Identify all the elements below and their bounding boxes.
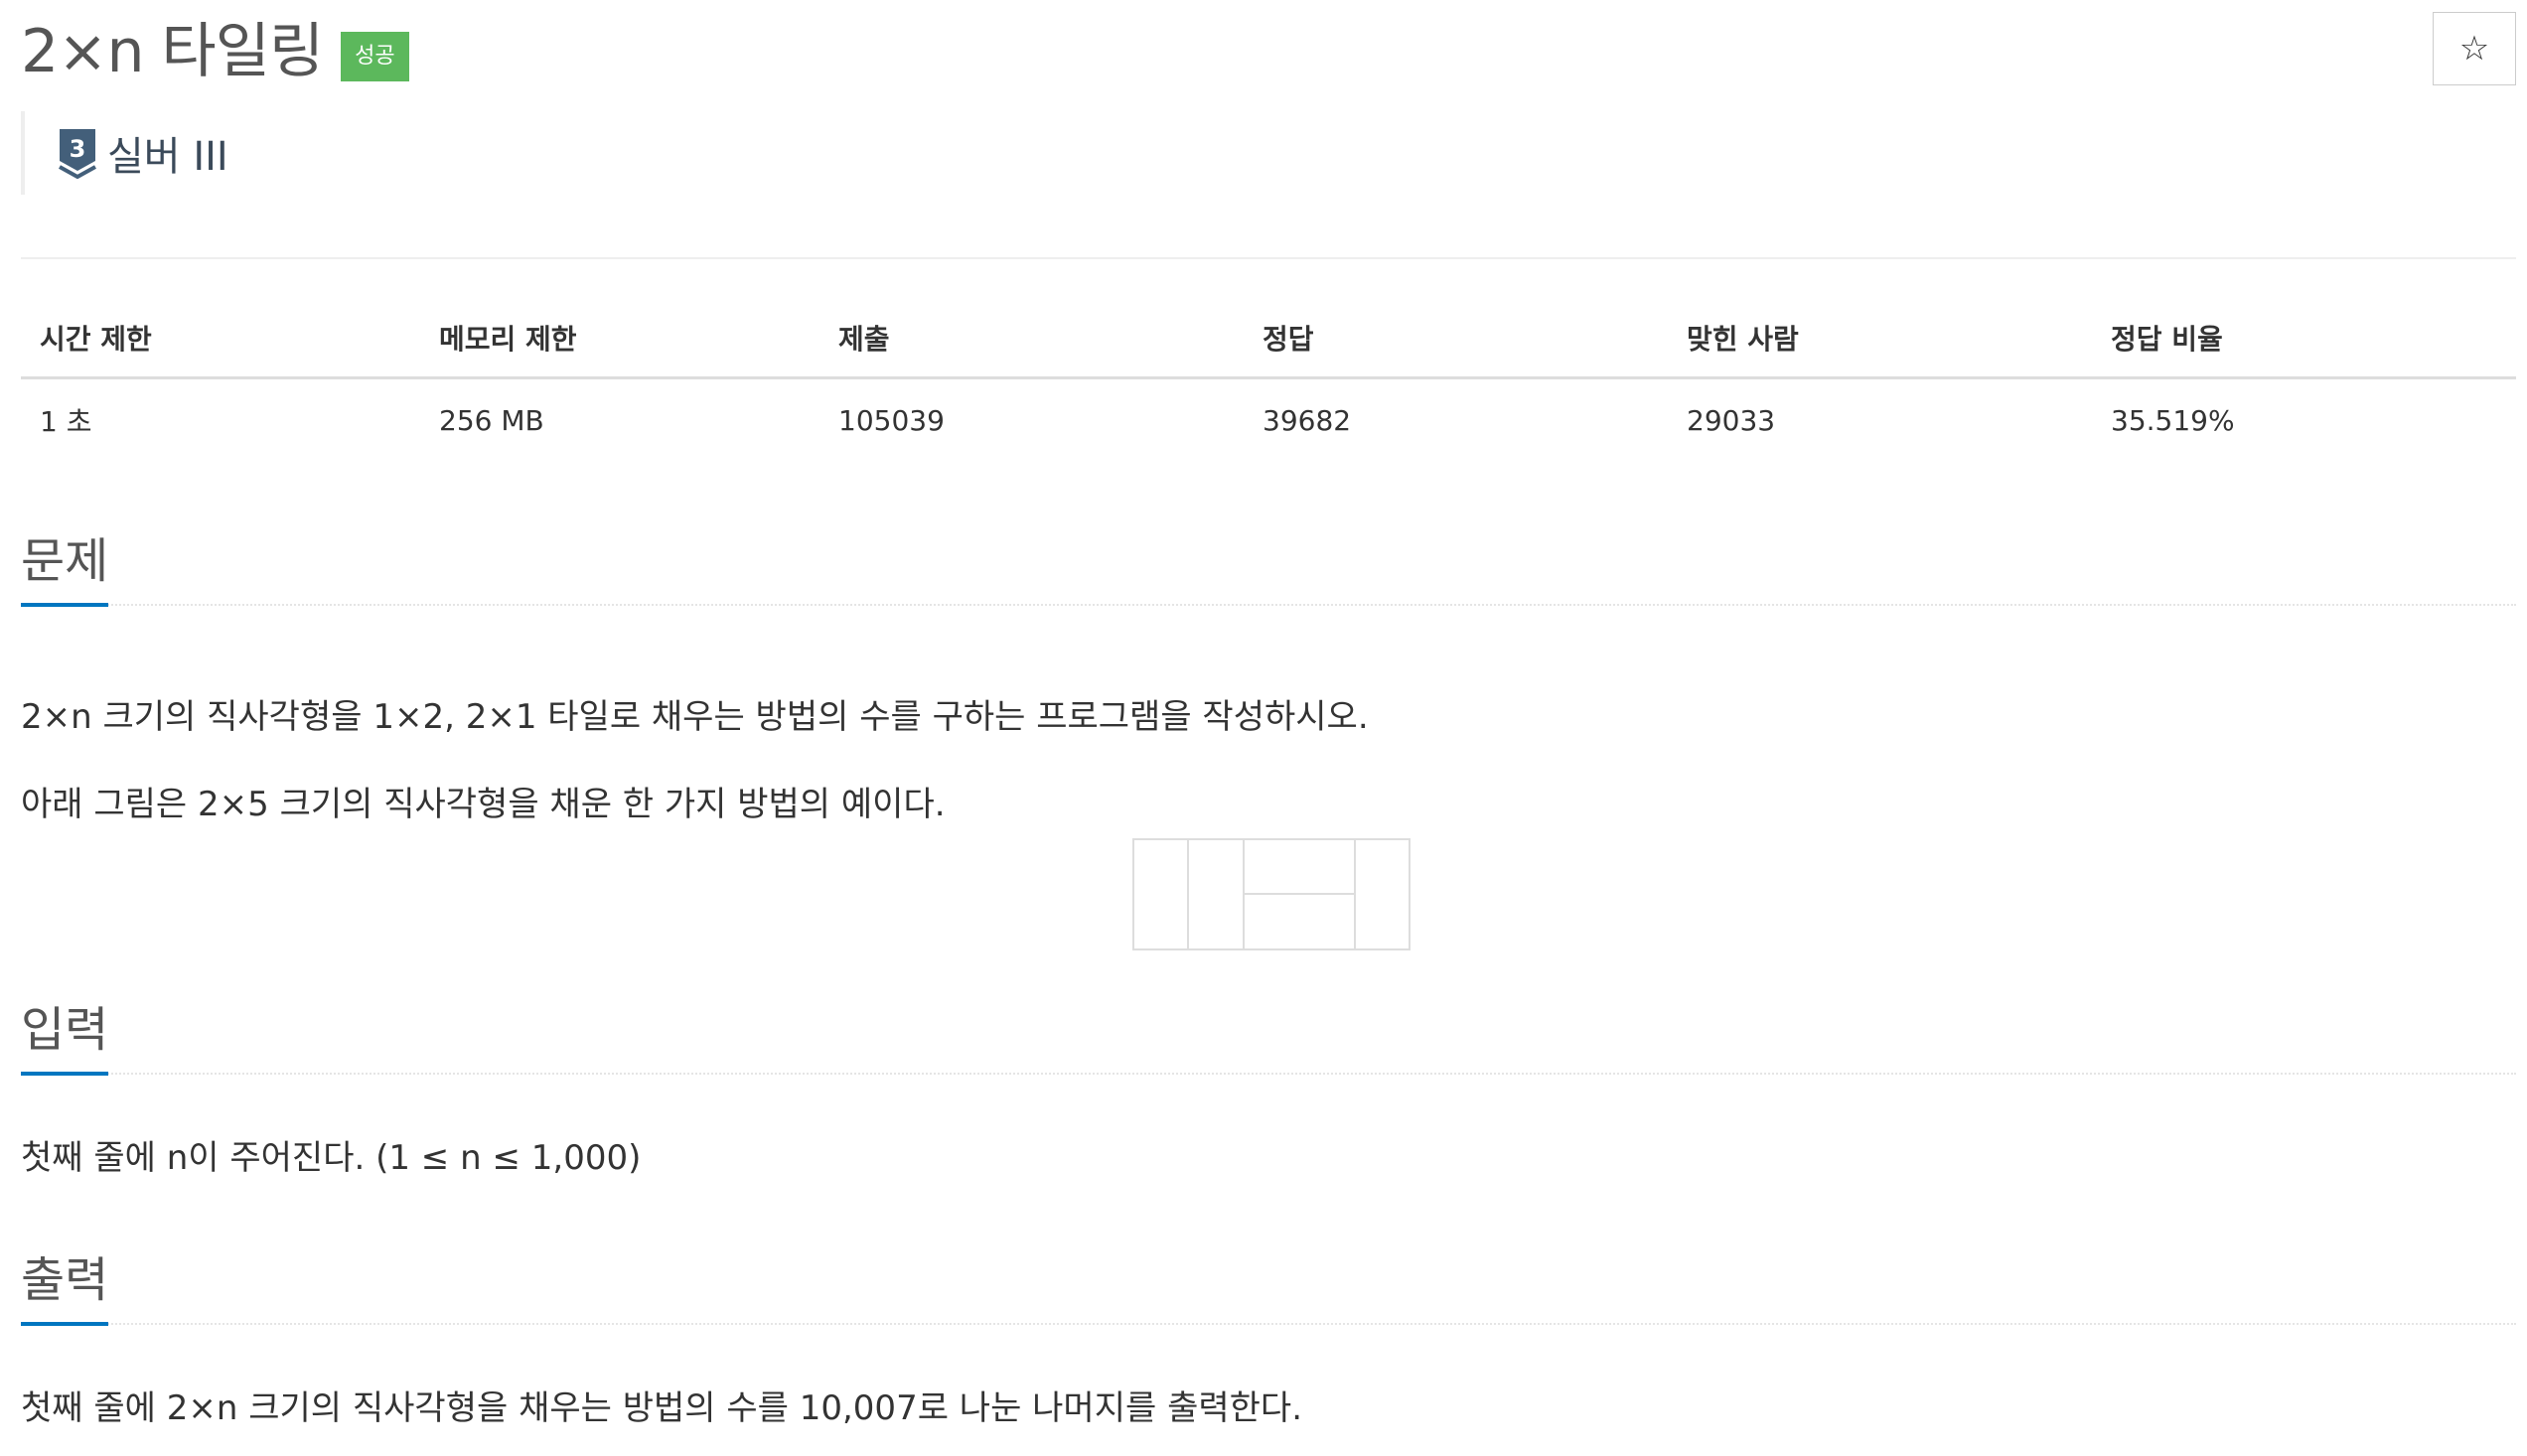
output-description: 첫째 줄에 2×n 크기의 직사각형을 채우는 방법의 수를 10,007로 나…: [21, 1388, 1303, 1428]
input-description: 첫째 줄에 n이 주어진다. (1 ≤ n ≤ 1,000): [21, 1138, 642, 1178]
tier-number: 3: [70, 135, 86, 163]
star-button[interactable]: ☆: [2433, 12, 2516, 85]
value-memory-limit: 256 MB: [439, 403, 544, 437]
header-memory-limit: 메모리 제한: [439, 322, 577, 356]
section-header: 출력: [21, 1247, 2516, 1326]
table-row: 1 초 256 MB 105039 39682 29033 35.519%: [21, 379, 2516, 461]
problem-info-table: 시간 제한 메모리 제한 제출 정답 맞힌 사람 정답 비율 1 초 256 M…: [21, 298, 2516, 461]
header-accepted: 정답: [1263, 322, 1314, 356]
tiling-example-figure: [1132, 838, 1411, 950]
title-row: 2×n 타일링 성공: [21, 12, 409, 91]
header-accept-ratio: 정답 비율: [2111, 322, 2223, 356]
problem-description: 2×n 크기의 직사각형을 1×2, 2×1 타일로 채우는 방법의 수를 구하…: [21, 697, 1369, 737]
value-solved-users: 29033: [1687, 403, 1776, 437]
section-title-input: 입력: [21, 998, 109, 1076]
section-header: 문제: [21, 528, 2516, 607]
silver-shield-icon: 3: [59, 129, 96, 179]
tier-block: 3 실버 III: [21, 111, 228, 195]
section-header: 입력: [21, 997, 2516, 1076]
star-outline-icon: ☆: [2458, 29, 2490, 69]
input-section: 입력 첫째 줄에 n이 주어진다. (1 ≤ n ≤ 1,000): [21, 997, 2516, 1178]
header-time-limit: 시간 제한: [40, 322, 152, 356]
value-accept-ratio: 35.519%: [2111, 403, 2235, 437]
problem-title: 2×n 타일링: [21, 17, 324, 86]
problem-section: 문제 2×n 크기의 직사각형을 1×2, 2×1 타일로 채우는 방법의 수를…: [21, 528, 2516, 950]
header-submissions: 제출: [838, 322, 890, 356]
tier-label: 실버 III: [107, 134, 228, 180]
problem-description-figure-caption: 아래 그림은 2×5 크기의 직사각형을 채운 한 가지 방법의 예이다.: [21, 785, 946, 824]
header-divider: [21, 257, 2516, 259]
section-title-problem: 문제: [21, 529, 109, 607]
section-title-output: 출력: [21, 1248, 109, 1326]
output-section: 출력 첫째 줄에 2×n 크기의 직사각형을 채우는 방법의 수를 10,007…: [21, 1247, 2516, 1428]
value-time-limit: 1 초: [40, 405, 92, 438]
result-badge: 성공: [341, 32, 409, 81]
value-accepted: 39682: [1263, 403, 1352, 437]
table-header-row: 시간 제한 메모리 제한 제출 정답 맞힌 사람 정답 비율: [21, 298, 2516, 379]
value-submissions: 105039: [838, 403, 945, 437]
header-solved-users: 맞힌 사람: [1687, 322, 1799, 356]
